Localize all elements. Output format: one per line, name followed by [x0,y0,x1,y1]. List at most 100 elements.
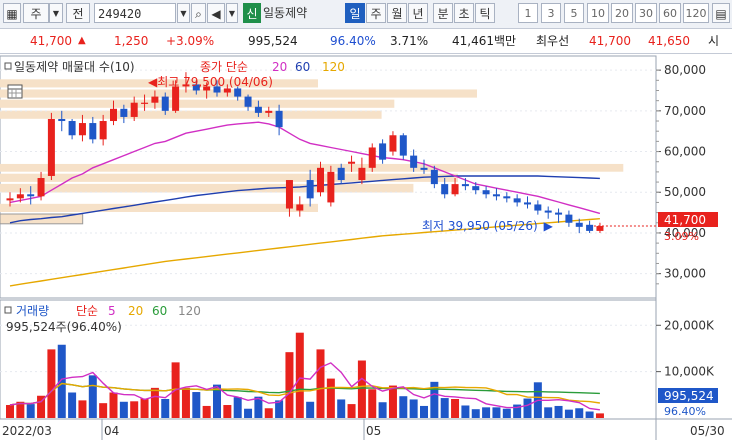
interval-60[interactable]: 60 [659,3,681,23]
volume-bar [420,405,428,418]
volume-bar [451,398,460,418]
stock-chart[interactable]: 80,00070,00060,00050,00040,00030,00020,0… [0,54,732,442]
low-note: 최저 39,950 (05/26) ▶ [422,219,554,233]
legend-ma60: 60 [295,60,310,74]
price-pct-tag: 3.09% [664,230,699,243]
candle-body [141,102,149,104]
volume-bar [461,405,470,418]
volume-bar [471,409,480,418]
volume-profile-bar [0,203,318,213]
current-price: 41,700 [30,34,72,48]
volume-tag: 995,524 [664,389,714,403]
candle-body [99,121,107,140]
interval-30[interactable]: 30 [635,3,657,23]
candle-body [586,224,594,231]
candle-body [555,212,563,215]
candle-body [275,110,283,128]
candle-body [234,88,242,97]
candle-body [161,96,169,111]
mode-select[interactable]: 주 [23,3,49,23]
mode-label: 주 [30,7,42,21]
interval-20[interactable]: 20 [611,3,633,23]
volume-legend-label: 거래량 [16,304,49,318]
new-badge: 신 [243,3,261,23]
candle-body [89,123,97,140]
low-note-arrow-icon: ▶ [544,219,554,233]
price-tick-label: 80,000 [664,63,706,77]
volume-bar [502,408,511,418]
volume-bar [337,399,346,418]
volume-legend-sub: 단순 [76,304,98,318]
period-tab-week[interactable]: 주 [366,3,386,23]
candle-body [6,198,14,201]
candle-body [78,123,86,136]
candle-body [68,121,76,136]
period-tab-minute[interactable]: 분 [433,3,453,23]
candle-body [399,135,407,156]
up-arrow-icon: ▲ [78,35,86,46]
volume-bar [368,389,377,418]
interval-5[interactable]: 5 [564,3,584,23]
x-label-2022-03: 2022/03 [2,424,52,438]
period-tab-day[interactable]: 일 [345,3,365,23]
period-tab-month[interactable]: 월 [387,3,407,23]
best-bid: 41,650 [648,34,690,48]
trade-amount: 41,461백만 [452,34,517,48]
period-tab-year[interactable]: 년 [408,3,428,23]
volume-bar [202,405,211,418]
volume-bar [244,408,253,418]
speaker-icon[interactable]: ◀ [207,3,225,23]
calendar-icon[interactable] [7,84,23,99]
volume-bar [482,407,491,418]
interval-1[interactable]: 1 [518,3,538,23]
stock-code-input[interactable]: 249420 [94,3,176,23]
search-icon[interactable]: ⌕ [191,3,206,23]
volume-bar [585,411,594,418]
legend-ma20: 20 [272,60,287,74]
volume-bar [47,349,56,418]
interval-label: 120 [685,7,707,20]
candle-body [565,214,573,223]
volume-profile-bar [0,110,382,119]
grid-icon[interactable]: ▦ [3,3,21,23]
candle-body [420,167,428,170]
legend-vma20: 20 [128,304,143,318]
best-ask: 41,700 [589,34,631,48]
price-tick-label: 70,000 [664,104,706,118]
candle-body [358,167,366,181]
volume-bar [316,349,325,418]
candle-body [110,108,117,122]
period-tab-second[interactable]: 초 [454,3,474,23]
volume-tick-label: 20,000K [664,318,715,332]
volume-bar [388,385,397,418]
period-label: 분 [437,7,449,21]
chart-settings-icon[interactable]: ▤ [712,3,730,23]
price-tick-label: 60,000 [664,145,706,159]
volume-bar [99,403,108,418]
current-volume: 995,524주(96.40%) [6,320,122,334]
candle-body [327,171,335,203]
speaker-dropdown-icon[interactable]: ▼ [226,3,238,23]
volume-bar [119,401,128,418]
mode-dropdown-icon[interactable]: ▼ [49,3,63,23]
candle-body [410,155,418,168]
candle-body [296,204,304,211]
interval-label: 10 [591,7,605,20]
interval-3[interactable]: 3 [541,3,561,23]
stock-name: 일동제약 [263,3,335,23]
candle-body [482,190,490,195]
volume-bar [295,332,304,418]
interval-120[interactable]: 120 [683,3,709,23]
interval-10[interactable]: 10 [587,3,609,23]
period-tab-tick[interactable]: 틱 [475,3,495,23]
period-label: 주 [370,7,382,21]
candle-body [575,222,583,227]
trade-volume: 995,524 [248,34,298,48]
interval-label: 5 [570,7,578,20]
volume-bar [109,392,118,418]
code-prefix[interactable]: 전 [66,3,90,23]
volume-bar [161,398,170,418]
code-dropdown-icon[interactable]: ▼ [177,3,190,23]
price-legend-label: 종가 단순 [200,60,248,74]
toolbar: ▦ 주 ▼ 전 249420 ▼ ⌕ ◀ ▼ 신 일동제약 일 주 월 년 분 … [0,0,732,29]
